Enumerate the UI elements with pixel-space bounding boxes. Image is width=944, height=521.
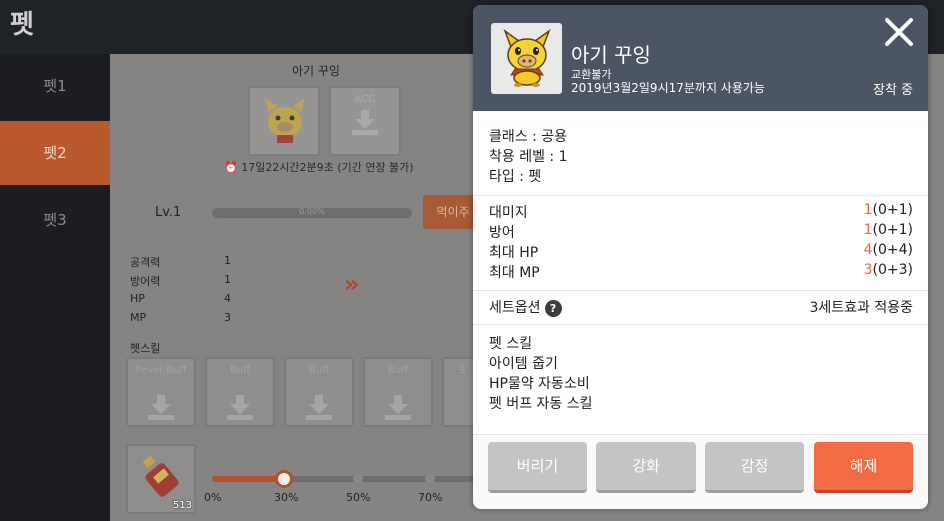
alarm-clock-icon: ⏰ xyxy=(224,161,242,174)
sidebar-item-pet1[interactable]: 펫1 xyxy=(0,54,110,118)
stat-value: 4(0+4) xyxy=(864,242,913,258)
download-icon xyxy=(148,395,174,420)
skills-section: 펫 스킬 아이템 줍기 HP물약 자동소비 펫 버프 자동 스킬 xyxy=(473,324,928,434)
stat-detail: (0+1) xyxy=(872,222,913,238)
stat-value: 1(0+1) xyxy=(864,222,913,238)
enhance-button[interactable]: 강화 xyxy=(596,442,696,493)
slider-tick: 30% xyxy=(274,491,299,504)
stat-base: 1 xyxy=(863,222,873,238)
acc-label: ACC xyxy=(354,94,376,105)
potion-slider-knob[interactable] xyxy=(275,470,293,488)
item-name: 아기 꾸잉 xyxy=(571,43,651,67)
slider-stop xyxy=(353,474,363,484)
pig-pet-icon xyxy=(503,29,551,87)
set-option-section: 세트옵션? 3세트효과 적용중 xyxy=(473,290,928,324)
potion-slider[interactable] xyxy=(212,470,482,488)
stat-label: 대미지 xyxy=(489,205,528,221)
stat-base: 4 xyxy=(863,242,873,258)
stat-value-hp: 4 xyxy=(224,292,231,305)
set-option: 세트옵션? xyxy=(489,297,562,317)
skill-slot[interactable]: Buff xyxy=(284,357,354,427)
skill-slot-label: Buff xyxy=(387,365,409,376)
potion-slider-fill xyxy=(212,476,284,482)
stat-value-attack: 1 xyxy=(224,254,231,267)
stat-detail: (0+4) xyxy=(872,242,913,258)
stat-detail: (0+1) xyxy=(872,202,913,218)
type-line: 타입 : 펫 xyxy=(489,169,542,185)
stat-value: 1(0+1) xyxy=(864,202,913,218)
modal-header: 아기 꾸잉 교환불가 2019년3월2일9시17분까지 사용가능 장착 중 xyxy=(473,5,928,111)
item-detail-modal: 아기 꾸잉 교환불가 2019년3월2일9시17분까지 사용가능 장착 중 클래… xyxy=(473,5,928,509)
skill-slot-label: Fever Buff xyxy=(135,365,187,376)
download-icon xyxy=(385,395,411,420)
download-icon xyxy=(306,395,332,420)
pig-pet-icon xyxy=(265,98,305,143)
stat-value-defense: 1 xyxy=(224,273,231,286)
sidebar-item-pet3[interactable]: 펫3 xyxy=(0,188,110,252)
exp-text: 0.00% xyxy=(299,207,325,216)
skill-slot-label: Buff xyxy=(308,365,330,376)
stat-value: 3(0+3) xyxy=(864,262,913,278)
pet-skills-title: 펫스킬 xyxy=(130,342,161,355)
stat-label: 방어 xyxy=(489,225,515,241)
appraise-button[interactable]: 감정 xyxy=(705,442,804,493)
acc-slot[interactable]: ACC xyxy=(329,86,401,156)
stat-base: 1 xyxy=(863,202,873,218)
window-title: 펫 xyxy=(10,10,34,40)
potion-icon xyxy=(142,455,179,497)
stat-label-attack: 공격력 xyxy=(130,256,161,269)
stat-value-mp: 3 xyxy=(224,311,231,324)
slider-tick: 70% xyxy=(418,491,443,504)
set-option-label: 세트옵션 xyxy=(489,300,541,316)
stat-label-hp: HP xyxy=(130,292,145,305)
skill-line: 펫 스킬 xyxy=(489,336,533,352)
sidebar-item-pet2[interactable]: 펫2 xyxy=(0,121,110,185)
download-icon xyxy=(227,395,253,420)
potion-count: 513 xyxy=(172,500,192,511)
timer-text: 17일22시간2분9초 (기간 연장 불가) xyxy=(241,161,414,174)
pet-level: Lv.1 xyxy=(155,205,182,220)
pet-slot[interactable] xyxy=(248,86,320,156)
double-chevron-right-icon: » xyxy=(344,270,359,298)
close-icon[interactable] xyxy=(882,15,916,49)
potion-slot[interactable]: 513 xyxy=(126,444,196,514)
info-section: 클래스 : 공용 착용 레벨 : 1 타입 : 펫 xyxy=(473,111,928,195)
exp-bar: 0.00% xyxy=(212,207,412,218)
level-line: 착용 레벨 : 1 xyxy=(489,149,568,165)
equipped-status: 장착 중 xyxy=(872,83,913,98)
stat-label-mp: MP xyxy=(130,311,147,324)
skill-line: 펫 버프 자동 스킬 xyxy=(489,396,593,412)
sidebar: 펫1 펫2 펫3 xyxy=(0,54,110,521)
skill-line: 아이템 줍기 xyxy=(489,356,558,372)
pet-name: 아기 꾸잉 xyxy=(292,64,340,78)
stat-base: 3 xyxy=(863,262,873,278)
skill-slot[interactable]: Buff xyxy=(363,357,433,427)
skill-slot[interactable]: Fever Buff xyxy=(126,357,196,427)
slider-tick: 50% xyxy=(346,491,371,504)
unequip-button[interactable]: 해제 xyxy=(814,442,913,493)
slider-stop xyxy=(425,474,435,484)
stat-detail: (0+3) xyxy=(872,262,913,278)
skill-slot[interactable]: Buff xyxy=(205,357,275,427)
stats-section: 대미지 1(0+1) 방어 1(0+1) 최대 HP 4(0+4) 최대 MP … xyxy=(473,195,928,290)
expiration: 2019년3월2일9시17분까지 사용가능 xyxy=(571,81,765,95)
skill-slot-label: Buff xyxy=(229,365,251,376)
stat-label: 최대 MP xyxy=(489,265,540,281)
discard-button[interactable]: 버리기 xyxy=(488,442,587,493)
skill-line: HP물약 자동소비 xyxy=(489,376,590,392)
timer: ⏰ 17일22시간2분9초 (기간 연장 불가) xyxy=(224,159,414,175)
slider-tick: 0% xyxy=(204,491,222,504)
help-icon[interactable]: ? xyxy=(544,299,562,317)
set-option-value: 3세트효과 적용중 xyxy=(809,300,913,316)
stat-label: 최대 HP xyxy=(489,245,539,261)
class-line: 클래스 : 공용 xyxy=(489,129,568,145)
download-icon xyxy=(352,110,378,135)
stat-label-defense: 방어력 xyxy=(130,275,161,288)
item-icon xyxy=(491,23,562,94)
